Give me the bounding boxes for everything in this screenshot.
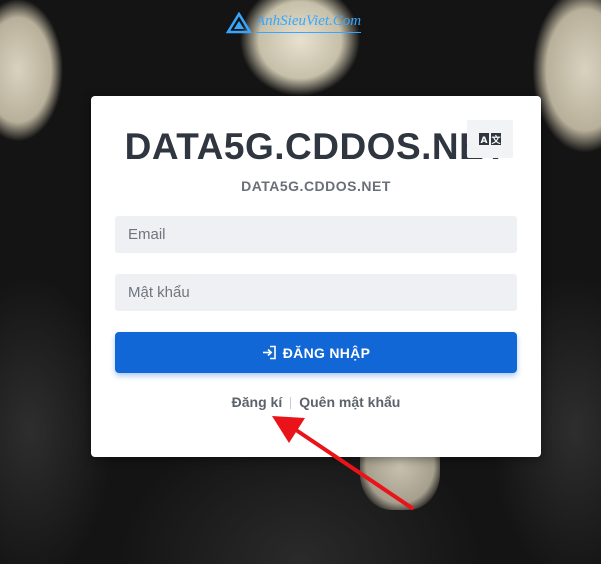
logo-text: AnhSieuViet.Com bbox=[256, 13, 362, 33]
email-field[interactable] bbox=[115, 216, 517, 253]
link-separator bbox=[290, 397, 292, 410]
translate-button[interactable]: A 文 bbox=[467, 120, 513, 158]
auth-links: Đăng kí Quên mật khẩu bbox=[91, 394, 541, 410]
register-link[interactable]: Đăng kí bbox=[232, 394, 283, 410]
site-logo: AnhSieuViet.Com bbox=[226, 12, 362, 34]
page-subtitle: DATA5G.CDDOS.NET bbox=[241, 178, 391, 194]
password-field[interactable] bbox=[115, 274, 517, 311]
triangle-logo-icon bbox=[226, 12, 252, 34]
sign-in-icon bbox=[262, 345, 276, 360]
svg-text:A: A bbox=[481, 136, 488, 145]
translate-icon: A 文 bbox=[479, 133, 501, 145]
forgot-password-link[interactable]: Quên mật khẩu bbox=[299, 394, 400, 410]
login-button-label: ĐĂNG NHẬP bbox=[282, 344, 371, 361]
login-card: DATA5G.CDDOS.NET A 文 DATA5G.CDDOS.NET ĐĂ… bbox=[91, 96, 541, 457]
svg-text:文: 文 bbox=[490, 134, 501, 145]
login-button[interactable]: ĐĂNG NHẬP bbox=[115, 332, 517, 373]
